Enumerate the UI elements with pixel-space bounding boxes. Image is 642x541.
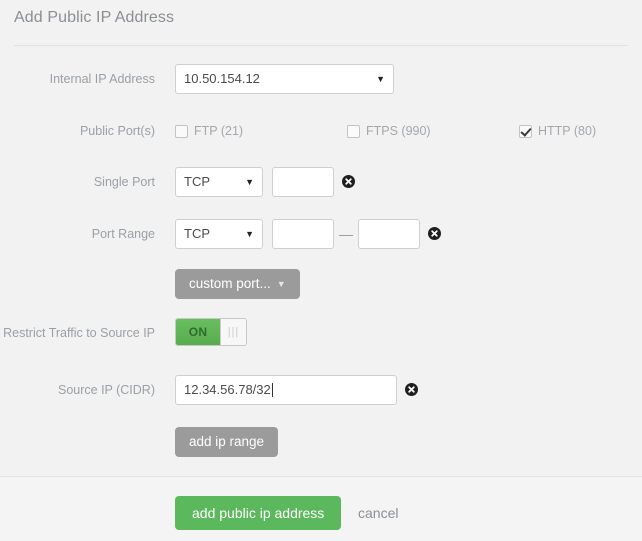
checkbox-ftps-label: FTPS (990): [366, 124, 431, 138]
footer-action-bar: add public ip address cancel: [0, 477, 642, 541]
public-ports-field-area: FTP (21) FTPS (990) HTTP (80): [175, 116, 642, 146]
checkbox-ftps-box[interactable]: [347, 125, 360, 138]
single-port-field-area: TCP ▼: [175, 167, 642, 197]
toggle-on-label: ON: [176, 319, 220, 345]
single-port-label: Single Port: [93, 175, 155, 189]
custom-port-row: custom port... ▼: [0, 269, 642, 299]
custom-port-field-area: custom port... ▼: [175, 269, 642, 299]
text-cursor: [271, 383, 273, 397]
checkbox-ftp-box[interactable]: [175, 125, 188, 138]
restrict-traffic-toggle[interactable]: ON |||: [175, 318, 247, 346]
custom-port-button-label: custom port...: [189, 276, 271, 291]
internal-ip-select[interactable]: 10.50.154.12 ▼: [175, 64, 394, 94]
source-ip-value: 12.34.56.78/32: [184, 382, 271, 397]
chevron-down-icon: ▼: [245, 229, 254, 239]
checkbox-ftps[interactable]: FTPS (990): [347, 116, 431, 146]
restrict-traffic-field-area: ON |||: [175, 318, 642, 348]
internal-ip-row: Internal IP Address 10.50.154.12 ▼: [0, 64, 642, 94]
chevron-down-icon: ▼: [376, 74, 385, 84]
title-divider: [14, 45, 628, 46]
chevron-down-icon: ▼: [245, 177, 254, 187]
internal-ip-field-area: 10.50.154.12 ▼: [175, 64, 642, 94]
source-ip-input[interactable]: 12.34.56.78/32: [175, 375, 397, 405]
port-range-separator: —: [339, 226, 353, 242]
port-range-row: Port Range TCP ▼ —: [0, 219, 642, 249]
port-range-label: Port Range: [91, 227, 155, 241]
port-range-protocol-value: TCP: [184, 226, 210, 241]
single-port-protocol-select[interactable]: TCP ▼: [175, 167, 263, 197]
public-ports-row: Public Port(s) FTP (21) FTPS (990) HTTP …: [0, 116, 642, 146]
restrict-traffic-row: Restrict Traffic to Source IP ON |||: [0, 318, 642, 348]
grip-lines-icon[interactable]: |||: [220, 319, 246, 345]
checkbox-ftp[interactable]: FTP (21): [175, 116, 243, 146]
source-ip-field-area: 12.34.56.78/32: [175, 375, 642, 405]
add-public-ip-panel: Add Public IP Address Internal IP Addres…: [0, 0, 642, 541]
checkbox-ftp-label: FTP (21): [194, 124, 244, 138]
add-ip-range-field-area: add ip range: [175, 427, 642, 457]
custom-port-button[interactable]: custom port... ▼: [175, 269, 300, 299]
add-public-ip-address-button[interactable]: add public ip address: [175, 496, 342, 530]
page-title: Add Public IP Address: [14, 9, 175, 26]
port-range-from-input[interactable]: [272, 219, 334, 249]
port-range-protocol-select[interactable]: TCP ▼: [175, 219, 263, 249]
port-range-to-input[interactable]: [358, 219, 420, 249]
source-ip-row: Source IP (CIDR) 12.34.56.78/32: [0, 375, 642, 405]
remove-circle-icon[interactable]: [428, 227, 441, 240]
single-port-protocol-value: TCP: [184, 174, 210, 189]
port-range-field-area: TCP ▼ —: [175, 219, 642, 249]
remove-circle-icon[interactable]: [405, 383, 418, 396]
add-ip-range-row: add ip range: [0, 427, 642, 457]
internal-ip-selected-value: 10.50.154.12: [184, 71, 260, 86]
checkbox-http[interactable]: HTTP (80): [519, 116, 596, 146]
internal-ip-label: Internal IP Address: [49, 72, 155, 86]
single-port-input[interactable]: [272, 167, 334, 197]
add-ip-range-button[interactable]: add ip range: [175, 427, 279, 457]
checkbox-http-box[interactable]: [519, 125, 532, 138]
public-ports-label: Public Port(s): [79, 124, 155, 138]
cancel-link[interactable]: cancel: [358, 496, 398, 530]
source-ip-label: Source IP (CIDR): [57, 383, 155, 397]
remove-circle-icon[interactable]: [342, 175, 355, 188]
caret-down-icon: ▼: [276, 279, 286, 289]
checkbox-http-label: HTTP (80): [538, 124, 597, 138]
restrict-traffic-label: Restrict Traffic to Source IP: [3, 326, 155, 340]
single-port-row: Single Port TCP ▼: [0, 167, 642, 197]
